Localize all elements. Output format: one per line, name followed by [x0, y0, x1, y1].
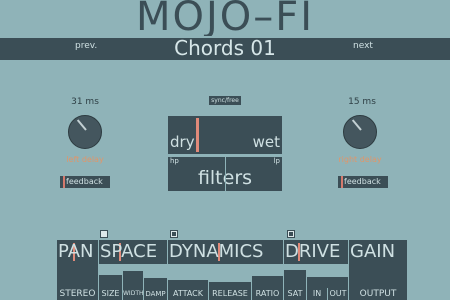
left-feedback-marker [63, 176, 65, 188]
damp-bar[interactable] [144, 278, 167, 288]
left-delay-time: 31 ms [71, 97, 99, 107]
drive-enable-checkbox[interactable] [287, 230, 295, 238]
dry-wet-slider[interactable]: dry wet [168, 116, 282, 154]
sat-label: SAT [284, 288, 306, 300]
sync-free-toggle[interactable]: sync/free [209, 96, 241, 105]
wet-label: wet [252, 133, 280, 151]
left-delay-label: left delay [66, 155, 104, 164]
app-title: MOJO–FI [135, 0, 315, 36]
gain-title: GAIN [350, 241, 396, 262]
output-bar[interactable] [349, 264, 407, 288]
ratio-bar[interactable] [252, 276, 283, 288]
gain-section: GAIN [349, 240, 407, 264]
width-label: WIDTH [123, 288, 143, 300]
output-label: OUTPUT [349, 288, 407, 300]
hp-label: hp [170, 157, 179, 165]
space-section: SPACE [99, 240, 167, 264]
lp-label: lp [273, 157, 280, 165]
space-title: SPACE [100, 241, 158, 262]
width-bar[interactable] [123, 271, 143, 288]
in-out-bar[interactable] [307, 277, 348, 288]
dynamics-section: DYNAMICS [168, 240, 283, 264]
filters-panel[interactable]: hp lp filters [168, 157, 282, 191]
right-feedback-label: feedback [344, 177, 381, 186]
stereo-label: STEREO [57, 288, 98, 300]
pan-section: PAN [57, 240, 98, 264]
space-enable-checkbox[interactable] [100, 230, 108, 238]
ratio-label: RATIO [252, 288, 283, 300]
right-delay-time: 15 ms [348, 97, 376, 107]
size-bar[interactable] [99, 275, 122, 288]
prev-preset-button[interactable]: prev. [75, 41, 97, 51]
right-feedback-marker [341, 176, 343, 188]
right-delay-label: right delay [338, 155, 382, 164]
in-label: IN [307, 288, 327, 300]
attack-bar[interactable] [168, 280, 208, 288]
filter-divider [225, 157, 226, 191]
left-feedback-slider[interactable]: feedback [60, 176, 110, 188]
left-delay-knob[interactable] [68, 115, 102, 149]
drive-title: DRIVE [285, 241, 341, 262]
attack-label: ATTACK [168, 288, 208, 300]
sat-bar[interactable] [284, 270, 306, 288]
preset-name[interactable]: Chords 01 [0, 36, 450, 60]
preset-bar: Chords 01 prev. next [0, 36, 450, 60]
drive-section: DRIVE [284, 240, 348, 264]
left-feedback-label: feedback [66, 177, 103, 186]
next-preset-button[interactable]: next [353, 41, 373, 51]
dry-wet-marker [196, 118, 199, 152]
pan-title: PAN [58, 241, 94, 262]
damp-label: DAMP [144, 288, 167, 300]
right-feedback-slider[interactable]: feedback [338, 176, 388, 188]
right-delay-knob[interactable] [343, 115, 377, 149]
size-label: SIZE [99, 288, 122, 300]
stereo-bar[interactable] [57, 264, 98, 288]
dynamics-enable-checkbox[interactable] [170, 230, 178, 238]
dynamics-title: DYNAMICS [169, 241, 264, 262]
dry-label: dry [170, 133, 195, 151]
release-label: RELEASE [209, 288, 251, 300]
out-label: OUT [328, 288, 348, 300]
